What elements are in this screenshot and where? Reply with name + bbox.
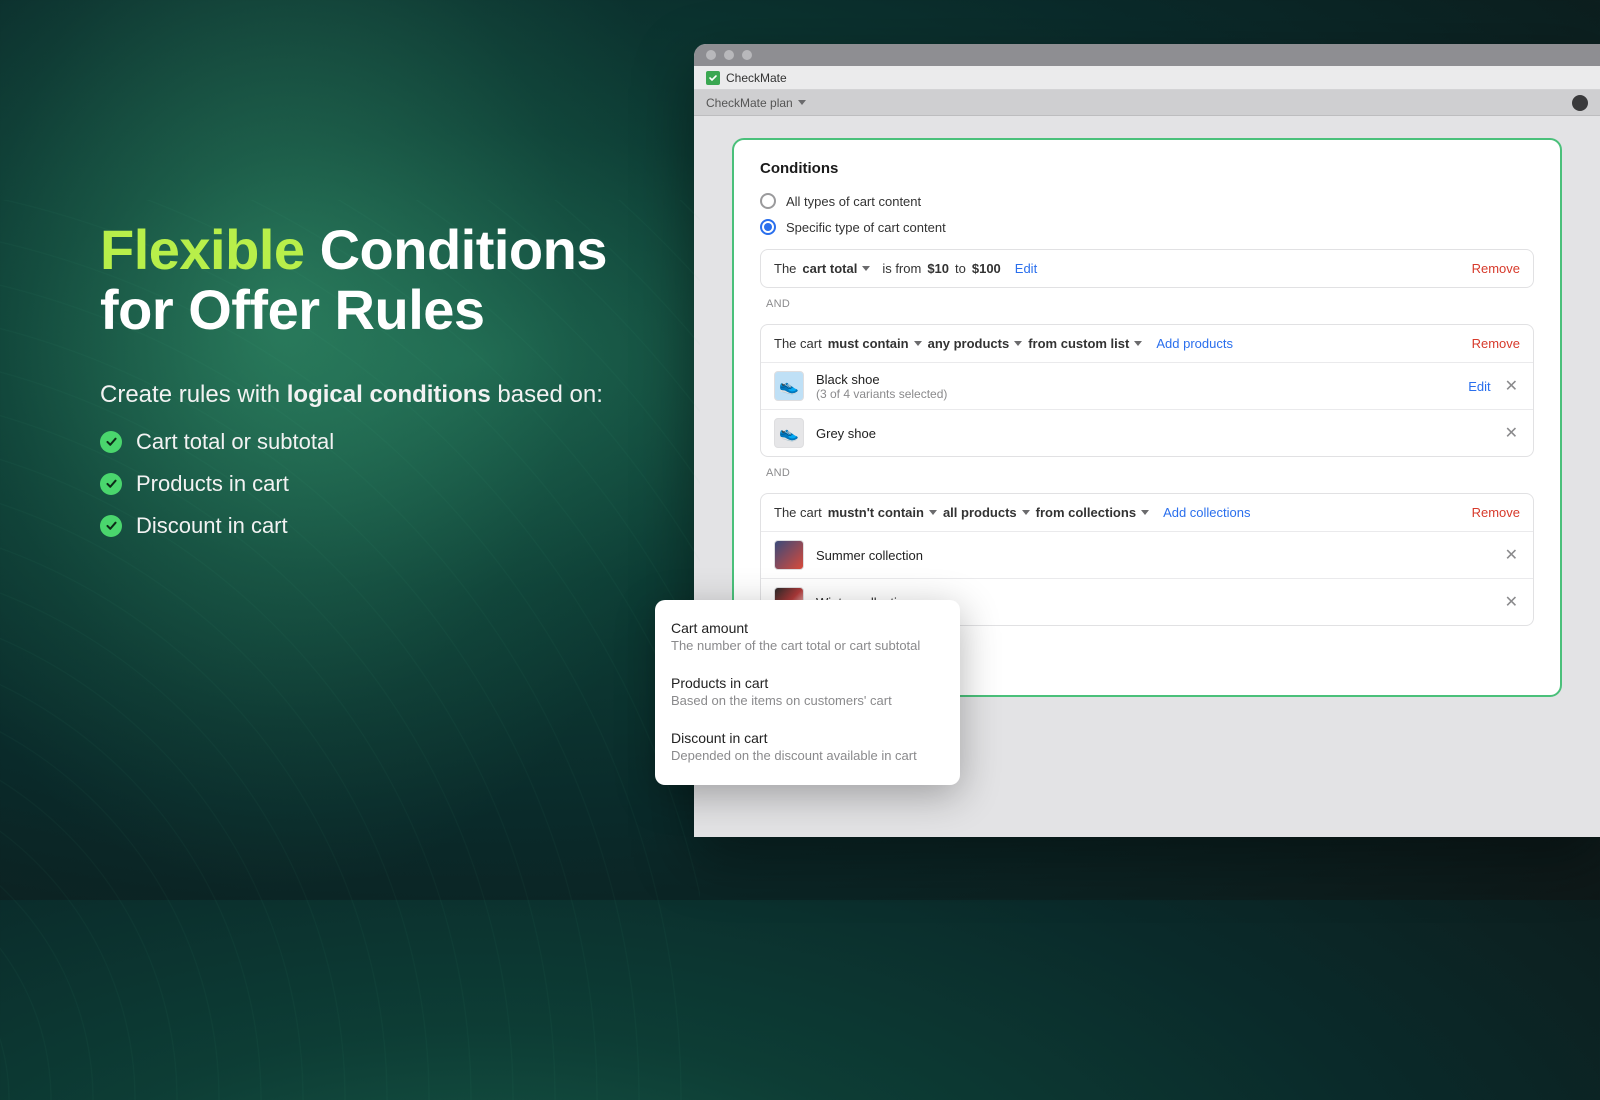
product-thumbnail: 👟 (774, 418, 804, 448)
promo-title: Flexible Conditions for Offer Rules (100, 220, 660, 341)
and-separator: AND (766, 467, 1534, 479)
window-minimize-control[interactable] (724, 50, 734, 60)
plan-dropdown[interactable]: CheckMate plan (706, 96, 806, 110)
edit-link[interactable]: Edit (1468, 379, 1490, 394)
app-logo-icon (706, 71, 720, 85)
collection-thumbnail (774, 540, 804, 570)
chevron-down-icon (914, 341, 922, 346)
conditions-heading: Conditions (760, 160, 1534, 177)
window-close-control[interactable] (706, 50, 716, 60)
popover-item-title: Discount in cart (671, 730, 944, 746)
product-name: Black shoe (816, 372, 947, 387)
condition-rule-must-contain: The cart must contain any products from … (760, 324, 1534, 457)
close-icon[interactable]: ✕ (1503, 423, 1520, 443)
window-titlebar (694, 44, 1600, 66)
mustnt-contain-dropdown[interactable]: mustn't contain (828, 505, 937, 520)
app-name: CheckMate (726, 71, 787, 85)
remove-link[interactable]: Remove (1472, 505, 1520, 520)
chat-bubble-icon[interactable] (1572, 95, 1588, 111)
condition-head: The cart total is from $10 to $100 Edit … (761, 250, 1533, 287)
chevron-down-icon (929, 510, 937, 515)
close-icon[interactable]: ✕ (1503, 545, 1520, 565)
check-icon (100, 515, 122, 537)
amount-to: $100 (972, 261, 1001, 276)
all-products-dropdown[interactable]: all products (943, 505, 1030, 520)
condition-head: The cart mustn't contain all products fr… (761, 494, 1533, 531)
popover-item-desc: Based on the items on customers' cart (671, 693, 944, 708)
from-custom-list-dropdown[interactable]: from custom list (1028, 336, 1142, 351)
popover-item-desc: The number of the cart total or cart sub… (671, 638, 944, 653)
collection-name: Summer collection (816, 548, 923, 563)
radio-all-content[interactable]: All types of cart content (760, 193, 1534, 209)
cart-total-dropdown[interactable]: cart total (802, 261, 870, 276)
plan-bar: CheckMate plan (694, 90, 1600, 116)
radio-icon (760, 219, 776, 235)
product-thumbnail: 👟 (774, 371, 804, 401)
popover-item-cart-amount[interactable]: Cart amount The number of the cart total… (669, 612, 946, 661)
popover-item-desc: Depended on the discount available in ca… (671, 748, 944, 763)
promo-bullets: Cart total or subtotal Products in cart … (100, 429, 660, 539)
add-collections-link[interactable]: Add collections (1163, 505, 1250, 520)
product-row: 👟 Black shoe (3 of 4 variants selected) … (761, 362, 1533, 409)
from-collections-dropdown[interactable]: from collections (1036, 505, 1149, 520)
chevron-down-icon (1134, 341, 1142, 346)
app-titlebar: CheckMate (694, 66, 1600, 90)
close-icon[interactable]: ✕ (1503, 376, 1520, 396)
add-products-link[interactable]: Add products (1156, 336, 1233, 351)
chevron-down-icon (1014, 341, 1022, 346)
promo-title-accent: Flexible (100, 218, 305, 281)
promo-bullet: Discount in cart (100, 513, 660, 539)
popover-item-products-in-cart[interactable]: Products in cart Based on the items on c… (669, 667, 946, 716)
edit-link[interactable]: Edit (1015, 261, 1037, 276)
promo-panel: Flexible Conditions for Offer Rules Crea… (100, 220, 660, 539)
promo-lead: Create rules with logical conditions bas… (100, 381, 660, 409)
condition-head: The cart must contain any products from … (761, 325, 1533, 362)
any-products-dropdown[interactable]: any products (928, 336, 1023, 351)
window-zoom-control[interactable] (742, 50, 752, 60)
product-row: 👟 Grey shoe ✕ (761, 409, 1533, 456)
collection-row: Summer collection ✕ (761, 531, 1533, 578)
product-variants: (3 of 4 variants selected) (816, 387, 947, 401)
product-name: Grey shoe (816, 426, 876, 441)
add-condition-popover: Cart amount The number of the cart total… (655, 600, 960, 785)
radio-specific-content[interactable]: Specific type of cart content (760, 219, 1534, 235)
popover-item-discount-in-cart[interactable]: Discount in cart Depended on the discoun… (669, 722, 946, 771)
popover-item-title: Products in cart (671, 675, 944, 691)
promo-bullet: Products in cart (100, 471, 660, 497)
check-icon (100, 473, 122, 495)
radio-icon (760, 193, 776, 209)
chevron-down-icon (1141, 510, 1149, 515)
chevron-down-icon (798, 100, 806, 105)
condition-rule-cart-total: The cart total is from $10 to $100 Edit … (760, 249, 1534, 288)
chevron-down-icon (862, 266, 870, 271)
popover-item-title: Cart amount (671, 620, 944, 636)
chevron-down-icon (1022, 510, 1030, 515)
check-icon (100, 431, 122, 453)
remove-link[interactable]: Remove (1472, 336, 1520, 351)
promo-bullet: Cart total or subtotal (100, 429, 660, 455)
remove-link[interactable]: Remove (1472, 261, 1520, 276)
close-icon[interactable]: ✕ (1503, 592, 1520, 612)
must-contain-dropdown[interactable]: must contain (828, 336, 922, 351)
and-separator: AND (766, 298, 1534, 310)
amount-from: $10 (927, 261, 949, 276)
